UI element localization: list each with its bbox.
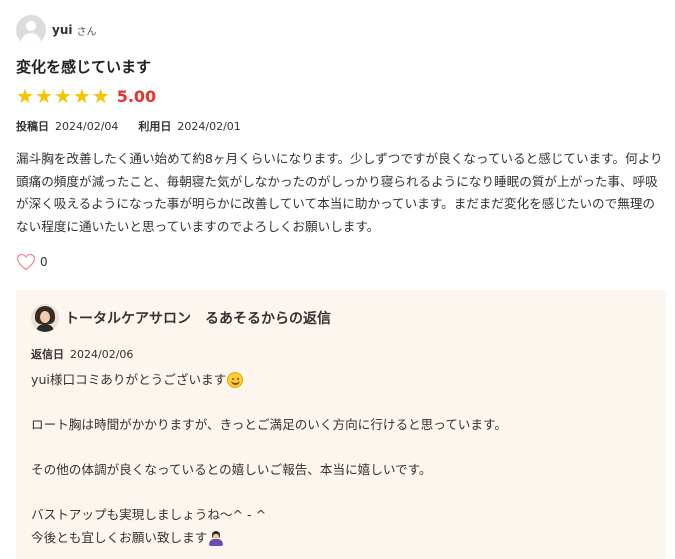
reply-line xyxy=(31,392,651,415)
star-rating: ★★★★★ xyxy=(16,86,111,107)
used-date-label: 利用日 xyxy=(138,120,172,133)
salon-avatar xyxy=(31,304,59,332)
user-avatar-icon xyxy=(16,15,46,45)
reply-title: トータルケアサロン るあそるからの返信 xyxy=(65,311,331,327)
like-button[interactable]: 0 xyxy=(16,253,48,271)
heart-outline-icon xyxy=(16,253,36,271)
used-date: 2024/02/01 xyxy=(177,119,241,133)
person-bowing-emoji-icon xyxy=(208,530,224,546)
posted-date-label: 投稿日 xyxy=(16,120,49,133)
star-icon: ★ xyxy=(91,84,110,108)
reply-line: ロート胸は時間がかかりますが、きっとご満足のいく方向に行けると思っています。 xyxy=(31,417,507,432)
star-icon: ★ xyxy=(16,84,34,108)
rating: ★★★★★ 5.00 xyxy=(16,86,156,107)
star-icon: ★ xyxy=(53,84,72,108)
review-body: 漏斗胸を改善したく通い始めて約8ヶ月くらいになります。少しずつですが良くなってい… xyxy=(16,151,663,234)
reply-header: トータルケアサロン るあそるからの返信 xyxy=(31,304,331,332)
salon-reply: トータルケアサロン るあそるからの返信 返信日 2024/02/06 yui様口… xyxy=(16,290,666,559)
star-icon: ★ xyxy=(72,84,91,108)
reply-date: 返信日 2024/02/06 xyxy=(31,346,133,362)
posted-date: 2024/02/04 xyxy=(55,119,119,133)
review-dates: 投稿日 2024/02/04 利用日 2024/02/01 xyxy=(16,118,261,134)
reply-line: 今後とも宜しくお願い致します xyxy=(31,527,651,550)
reply-date-value: 2024/02/06 xyxy=(70,347,134,361)
like-count: 0 xyxy=(40,255,48,269)
reviewer-name: yui xyxy=(52,23,73,37)
reply-body: yui様口コミありがとうございます ロート胸は時間がかかりますが、きっとご満足の… xyxy=(31,369,651,549)
review-card: yui さん 変化を感じています ★★★★★ 5.00 投稿日 2024/02/… xyxy=(0,0,675,559)
reply-line: その他の体調が良くなっているとの嬉しいご報告、本当に嬉しいです。 xyxy=(31,462,432,477)
smiling-face-emoji-icon xyxy=(227,372,244,389)
reviewer-header: yui さん xyxy=(16,15,96,45)
reply-line xyxy=(31,482,651,505)
reply-line xyxy=(31,437,651,460)
reviewer-honorific: さん xyxy=(76,26,97,38)
rating-score: 5.00 xyxy=(116,87,157,106)
star-icon: ★ xyxy=(34,84,53,108)
review-title: 変化を感じています xyxy=(16,58,152,76)
reply-line: バストアップも実現しましょうね〜^ - ^ xyxy=(31,507,267,522)
reply-line: yui様口コミありがとうございます xyxy=(31,369,651,392)
reply-date-label: 返信日 xyxy=(31,348,64,361)
